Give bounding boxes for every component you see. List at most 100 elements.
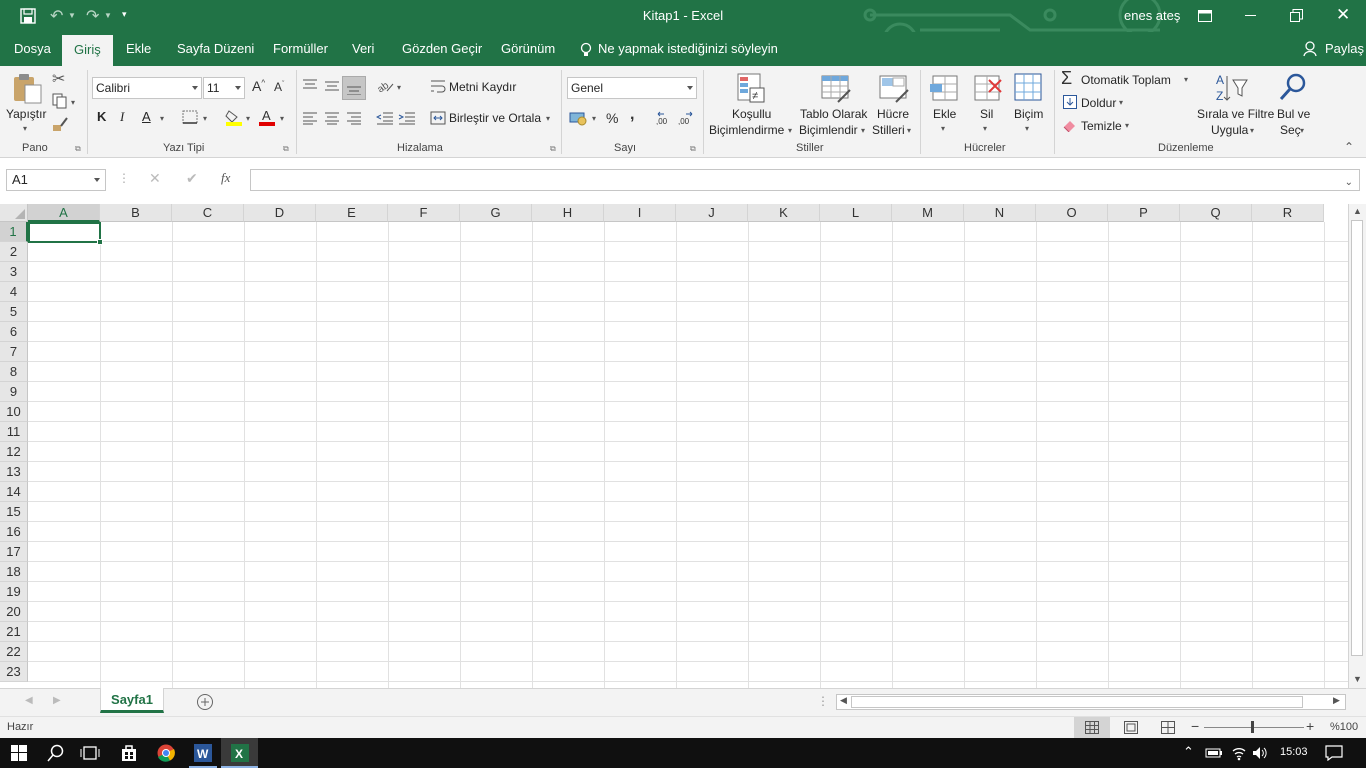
next-sheet-icon[interactable]: ▶ xyxy=(53,695,61,706)
column-header-p[interactable]: P xyxy=(1108,204,1180,222)
delete-dropdown-icon[interactable]: ▾ xyxy=(983,124,987,133)
active-cell[interactable] xyxy=(28,222,103,245)
redo-dropdown-icon[interactable]: ▼ xyxy=(104,11,112,20)
align-top-icon[interactable] xyxy=(302,78,318,92)
font-name-combo[interactable]: Calibri xyxy=(92,77,202,99)
increase-decimal-icon[interactable]: ,00 xyxy=(656,110,674,126)
insert-function-button[interactable]: fx xyxy=(221,170,230,186)
wifi-icon[interactable] xyxy=(1231,745,1247,761)
expand-formula-bar-icon[interactable]: ⌄ xyxy=(1345,173,1353,193)
format-cells-label[interactable]: Biçim xyxy=(1014,107,1043,121)
paste-dropdown-icon[interactable]: ▾ xyxy=(23,124,27,133)
conditional-formatting-icon[interactable]: ≠ xyxy=(736,72,768,104)
column-header-r[interactable]: R xyxy=(1252,204,1324,222)
scroll-up-icon[interactable]: ▲ xyxy=(1353,206,1362,216)
underline-button[interactable]: A xyxy=(142,109,151,124)
conditional-formatting-label-1[interactable]: Koşullu xyxy=(732,107,771,121)
column-header-a[interactable]: A xyxy=(28,204,100,222)
fill-color-dropdown-icon[interactable]: ▾ xyxy=(246,114,250,123)
font-color-dropdown-icon[interactable]: ▾ xyxy=(280,114,284,123)
font-size-combo[interactable]: 11 xyxy=(203,77,245,99)
insert-cells-icon[interactable] xyxy=(929,72,961,104)
find-select-label-1[interactable]: Bul ve xyxy=(1277,107,1310,121)
autosum-button[interactable]: Otomatik Toplam xyxy=(1081,73,1171,87)
column-header-h[interactable]: H xyxy=(532,204,604,222)
format-dropdown-icon[interactable]: ▾ xyxy=(1025,124,1029,133)
format-as-table-label-1[interactable]: Tablo Olarak xyxy=(800,107,867,121)
row-header-20[interactable]: 20 xyxy=(0,602,28,622)
taskbar-word[interactable]: W xyxy=(185,738,221,768)
zoom-level[interactable]: %100 xyxy=(1330,721,1358,733)
row-header-19[interactable]: 19 xyxy=(0,582,28,602)
cell-styles-label-1[interactable]: Hücre xyxy=(877,107,909,121)
decrease-decimal-icon[interactable]: ,00 xyxy=(678,110,696,126)
clear-eraser-icon[interactable] xyxy=(1062,118,1078,132)
row-header-1[interactable]: 1 xyxy=(0,222,28,242)
tab-view[interactable]: Görünüm xyxy=(501,32,555,66)
prev-sheet-icon[interactable]: ◀ xyxy=(25,695,33,706)
share-button[interactable]: Paylaş xyxy=(1325,32,1364,66)
redo-icon[interactable]: ↷ xyxy=(86,6,99,26)
confirm-entry-icon[interactable]: ✔ xyxy=(186,170,198,187)
tab-review[interactable]: Gözden Geçir xyxy=(402,32,482,66)
cancel-entry-icon[interactable]: ✕ xyxy=(149,170,161,187)
tab-data[interactable]: Veri xyxy=(352,32,374,66)
column-header-c[interactable]: C xyxy=(172,204,244,222)
row-header-12[interactable]: 12 xyxy=(0,442,28,462)
row-header-17[interactable]: 17 xyxy=(0,542,28,562)
search-icon[interactable] xyxy=(47,744,65,762)
autosum-icon[interactable]: Σ xyxy=(1061,68,1072,89)
cell-styles-dropdown-icon[interactable]: ▾ xyxy=(907,126,911,135)
row-header-8[interactable]: 8 xyxy=(0,362,28,382)
minimize-icon[interactable] xyxy=(1245,15,1256,16)
orientation-icon[interactable]: ab xyxy=(377,78,395,92)
zoom-out-icon[interactable]: − xyxy=(1191,718,1199,734)
fill-dropdown-icon[interactable]: ▾ xyxy=(1119,98,1123,107)
alignment-launcher-icon[interactable]: ⧉ xyxy=(550,144,556,154)
add-sheet-icon[interactable] xyxy=(196,693,214,711)
find-select-dropdown-icon[interactable]: ▾ xyxy=(1300,126,1304,135)
row-header-23[interactable]: 23 xyxy=(0,662,28,682)
fill-down-icon[interactable] xyxy=(1063,95,1077,109)
wrap-text-icon[interactable] xyxy=(430,79,446,93)
row-header-5[interactable]: 5 xyxy=(0,302,28,322)
column-header-q[interactable]: Q xyxy=(1180,204,1252,222)
autosum-dropdown-icon[interactable]: ▾ xyxy=(1184,75,1188,84)
format-painter-icon[interactable] xyxy=(52,116,68,132)
decrease-indent-icon[interactable] xyxy=(376,111,394,125)
formula-bar-grip-icon[interactable]: ⋮ xyxy=(118,171,130,185)
sort-filter-dropdown-icon[interactable]: ▾ xyxy=(1250,126,1254,135)
row-header-9[interactable]: 9 xyxy=(0,382,28,402)
borders-dropdown-icon[interactable]: ▾ xyxy=(203,114,207,123)
find-select-icon[interactable] xyxy=(1278,72,1308,102)
taskbar-excel[interactable]: X xyxy=(221,738,258,768)
row-header-14[interactable]: 14 xyxy=(0,482,28,502)
volume-icon[interactable] xyxy=(1252,745,1268,761)
column-header-g[interactable]: G xyxy=(460,204,532,222)
restore-icon[interactable] xyxy=(1290,9,1303,22)
orientation-dropdown-icon[interactable]: ▾ xyxy=(397,83,401,92)
fill-handle[interactable] xyxy=(97,239,103,245)
battery-icon[interactable] xyxy=(1205,746,1223,760)
column-header-e[interactable]: E xyxy=(316,204,388,222)
conditional-formatting-label-2[interactable]: Biçimlendirme xyxy=(709,123,784,137)
font-launcher-icon[interactable]: ⧉ xyxy=(283,144,289,154)
show-hidden-icons-icon[interactable]: ⌃ xyxy=(1183,744,1194,760)
action-center-icon[interactable] xyxy=(1325,745,1343,761)
zoom-slider[interactable] xyxy=(1204,727,1304,728)
align-bottom-button[interactable] xyxy=(342,76,366,100)
user-name[interactable]: enes ateş xyxy=(1124,8,1180,23)
vertical-scroll-thumb[interactable] xyxy=(1351,220,1363,656)
currency-dropdown-icon[interactable]: ▾ xyxy=(592,114,596,123)
horizontal-scrollbar[interactable]: ◀ ▶ xyxy=(836,694,1346,710)
tab-insert[interactable]: Ekle xyxy=(126,32,151,66)
cell-styles-label-2[interactable]: Stilleri xyxy=(872,123,905,137)
page-layout-view-icon[interactable] xyxy=(1124,721,1138,734)
clock[interactable]: 15:03 xyxy=(1280,746,1308,758)
row-header-4[interactable]: 4 xyxy=(0,282,28,302)
tab-file[interactable]: Dosya xyxy=(14,32,51,66)
row-header-15[interactable]: 15 xyxy=(0,502,28,522)
borders-icon[interactable] xyxy=(182,110,198,124)
column-header-l[interactable]: L xyxy=(820,204,892,222)
row-header-11[interactable]: 11 xyxy=(0,422,28,442)
